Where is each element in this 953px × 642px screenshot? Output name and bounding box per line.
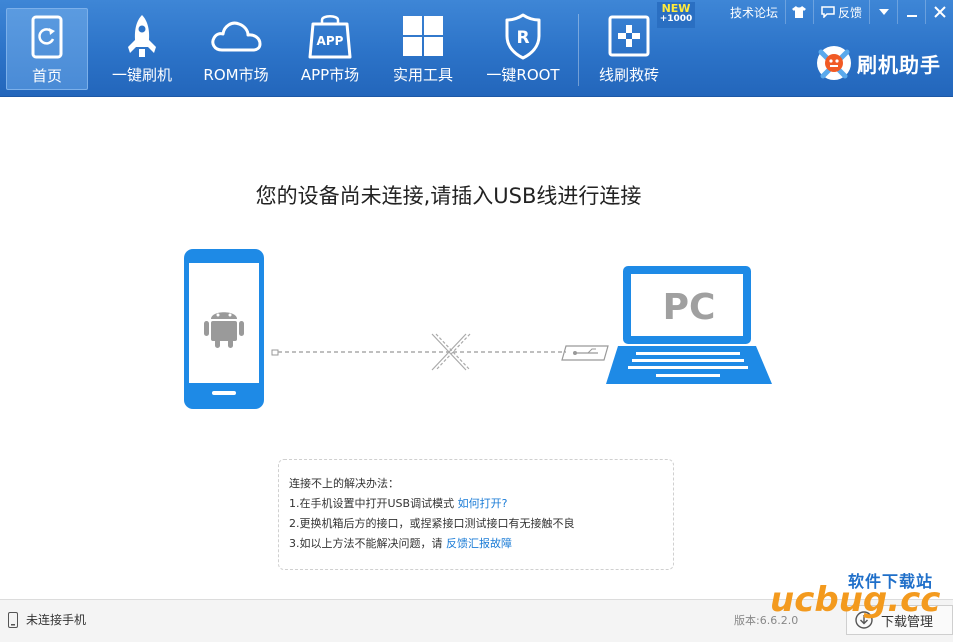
tip-1-text: 1.在手机设置中打开USB调试模式 bbox=[289, 497, 458, 510]
report-issue-link[interactable]: 反馈汇报故障 bbox=[446, 537, 512, 550]
nav-one-click-flash[interactable]: 一键刷机 bbox=[102, 8, 182, 90]
nav-home-label: 首页 bbox=[31, 67, 62, 85]
main-toolbar: 首页 一键刷机 ROM市场 APP APP市场 实用工具 R 一键ROOT 线刷… bbox=[0, 0, 953, 97]
root-shield-icon: R bbox=[495, 8, 551, 64]
nav-app-market-label: APP市场 bbox=[300, 66, 360, 84]
new-badge-line2: +1000 bbox=[659, 14, 693, 24]
home-refresh-icon bbox=[19, 9, 75, 65]
nav-app-market[interactable]: APP APP市场 bbox=[290, 8, 370, 90]
top-links: 技术论坛 反馈 bbox=[723, 0, 953, 24]
tip-1: 1.在手机设置中打开USB调试模式 如何打开? bbox=[289, 494, 673, 514]
phone-status-icon bbox=[8, 611, 18, 628]
toolbar-divider bbox=[578, 14, 579, 86]
brand-logo: 刷机助手 bbox=[815, 44, 941, 82]
new-badge: NEW +1000 bbox=[657, 2, 695, 28]
connection-status-label: 未连接手机 bbox=[26, 613, 87, 627]
grid-tools-icon bbox=[395, 8, 451, 64]
version-label: 版本:6.6.2.0 bbox=[734, 614, 799, 627]
nav-rom-market-label: ROM市场 bbox=[203, 66, 269, 84]
cloud-icon bbox=[208, 8, 264, 64]
nav-home[interactable]: 首页 bbox=[6, 8, 88, 90]
forum-link[interactable]: 技术论坛 bbox=[723, 0, 785, 24]
root-shield-icon-text: R bbox=[516, 28, 529, 48]
nav-tools-label: 实用工具 bbox=[392, 66, 453, 84]
usb-plug-icon bbox=[561, 345, 609, 361]
tip-3: 3.如以上方法不能解决问题，请 反馈汇报故障 bbox=[289, 534, 673, 554]
download-manager-button[interactable]: 下载管理 bbox=[846, 605, 953, 635]
how-to-enable-link[interactable]: 如何打开? bbox=[458, 497, 508, 510]
tip-3-text: 3.如以上方法不能解决问题，请 bbox=[289, 537, 446, 550]
download-manager-label: 下载管理 bbox=[881, 614, 934, 630]
rescue-cross-icon bbox=[601, 8, 657, 64]
usb-cable-disconnected bbox=[271, 333, 609, 371]
feedback-label: 反馈 bbox=[837, 5, 862, 20]
nav-one-click-flash-label: 一键刷机 bbox=[111, 66, 172, 84]
nav-one-click-root[interactable]: R 一键ROOT bbox=[482, 8, 564, 90]
minimize-button[interactable] bbox=[897, 0, 925, 24]
laptop-pc-illustration: PC bbox=[606, 266, 772, 384]
chevron-down-icon bbox=[878, 9, 889, 15]
connection-status: 未连接手机 bbox=[8, 611, 86, 628]
forum-link-label: 技术论坛 bbox=[729, 5, 778, 20]
disconnect-x-icon bbox=[431, 333, 471, 371]
download-icon bbox=[855, 611, 873, 629]
status-bar: 未连接手机 版本:6.6.2.0 下载管理 bbox=[0, 599, 953, 642]
minimize-icon bbox=[906, 15, 917, 17]
tips-heading: 连接不上的解决办法： bbox=[289, 477, 399, 490]
close-button[interactable] bbox=[925, 0, 953, 24]
nav-tools[interactable]: 实用工具 bbox=[383, 8, 463, 90]
nav-line-flash-rescue-label: 线刷救砖 bbox=[598, 66, 659, 84]
nav-one-click-root-label: 一键ROOT bbox=[486, 66, 560, 84]
troubleshooting-tips: 连接不上的解决办法： 1.在手机设置中打开USB调试模式 如何打开? 2.更换机… bbox=[278, 459, 674, 570]
chat-bubble-icon bbox=[821, 6, 835, 18]
menu-dropdown-button[interactable] bbox=[869, 0, 897, 24]
watermark-cn-text: 软件下载站 bbox=[848, 572, 934, 591]
feedback-button[interactable]: 反馈 bbox=[812, 0, 869, 24]
app-bag-icon: APP bbox=[302, 8, 358, 64]
tip-2: 2.更换机箱后方的接口，或捏紧接口测试接口有无接触不良 bbox=[289, 517, 575, 530]
skin-button[interactable] bbox=[784, 0, 813, 24]
connection-prompt-title: 您的设备尚未连接,请插入USB线进行连接 bbox=[255, 184, 642, 208]
brand-label: 刷机助手 bbox=[857, 52, 941, 77]
phone-illustration bbox=[184, 249, 264, 409]
laptop-screen-text: PC bbox=[663, 287, 716, 328]
robot-wrench-logo-icon bbox=[817, 46, 851, 80]
rocket-icon bbox=[114, 8, 170, 64]
nav-rom-market[interactable]: ROM市场 bbox=[196, 8, 276, 90]
app-bag-icon-text: APP bbox=[317, 34, 344, 48]
tshirt-icon bbox=[792, 6, 807, 18]
close-icon bbox=[933, 6, 946, 18]
